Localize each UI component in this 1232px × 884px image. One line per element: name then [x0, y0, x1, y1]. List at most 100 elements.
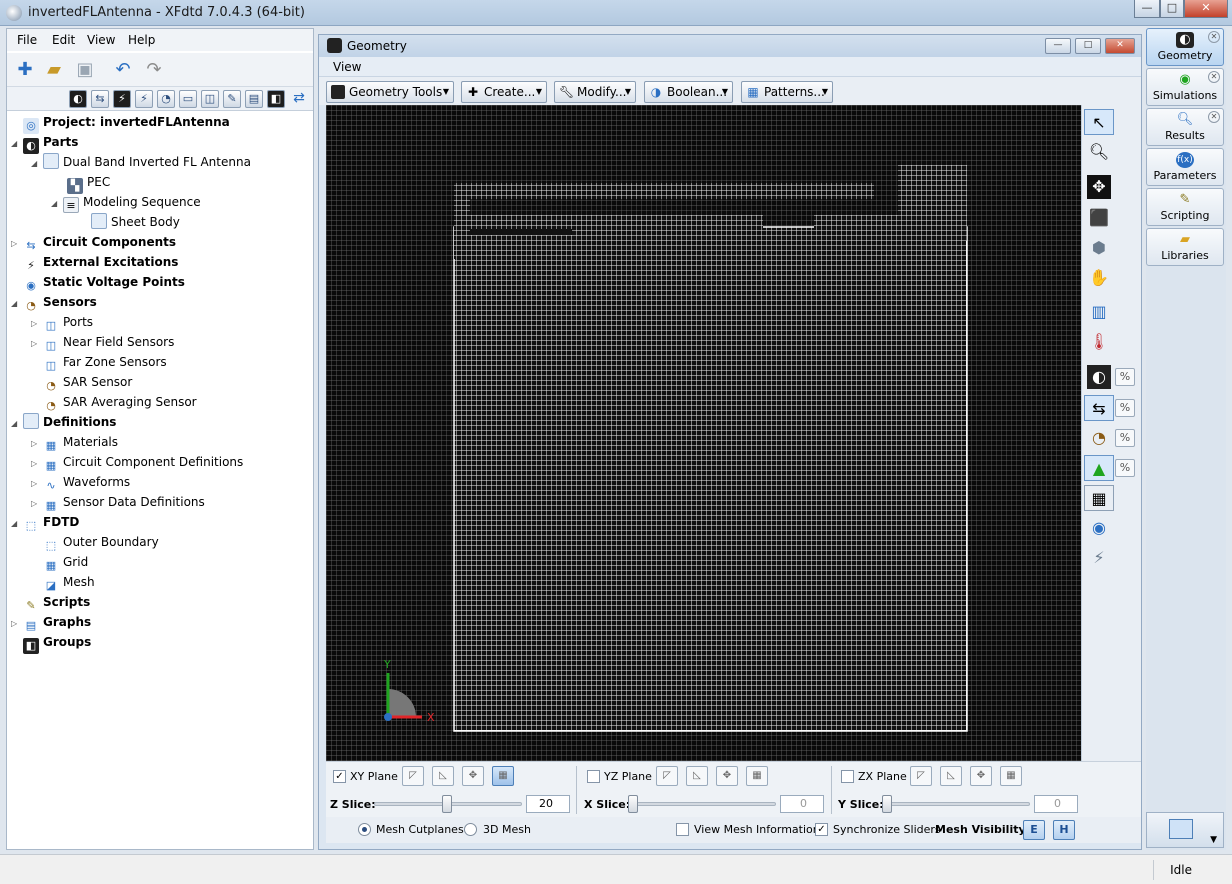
zx-center-icon[interactable]: ✥	[970, 766, 992, 786]
tree-item-scripts[interactable]: ✎ Scripts	[11, 593, 90, 613]
static-point-visibility-icon[interactable]: ◉	[1084, 515, 1114, 541]
yz-view-back-icon[interactable]: ◺	[686, 766, 708, 786]
view-mesh-info-checkbox[interactable]	[676, 823, 689, 836]
3d-viewport[interactable]: Y X	[326, 105, 1081, 761]
geometry-minimize-button[interactable]: —	[1045, 38, 1071, 54]
dock-libraries-button[interactable]: ▰ Libraries	[1146, 228, 1224, 266]
mesh-cutplanes-radio[interactable]	[358, 823, 371, 836]
sensor-visibility-icon[interactable]: ◔	[1084, 425, 1114, 451]
y-slice-thumb[interactable]	[882, 795, 892, 813]
close-icon[interactable]: ✕	[1208, 111, 1220, 123]
yz-mesh-toggle-icon[interactable]: ▦	[746, 766, 768, 786]
x-slice-track[interactable]	[628, 802, 776, 806]
tree-item-circuit-components[interactable]: ▷ ⇆ Circuit Components	[11, 233, 176, 253]
x-slice-thumb[interactable]	[628, 795, 638, 813]
tree-item-sequence[interactable]: ◢ ≡ Modeling Sequence	[51, 193, 201, 213]
tree-item-definitions[interactable]: ◢ Definitions	[11, 413, 116, 433]
geometry-close-button[interactable]: ✕	[1105, 38, 1135, 54]
tree-item-excitations[interactable]: ⚡ External Excitations	[11, 253, 178, 273]
minimize-button[interactable]: —	[1134, 0, 1160, 18]
xy-center-icon[interactable]: ✥	[462, 766, 484, 786]
field-visibility-icon[interactable]: ▲	[1084, 455, 1114, 481]
sync-sliders-checkbox[interactable]: ✓	[815, 823, 828, 836]
tree-item-near-field[interactable]: ▷ ◫ Near Field Sensors	[31, 333, 174, 353]
tree-item-project[interactable]: ◎ Project: invertedFLAntenna	[11, 113, 230, 134]
e-mesh-button[interactable]: E	[1023, 820, 1045, 840]
bar-chart-icon[interactable]: ▥	[1084, 299, 1114, 325]
mesh-visibility-icon[interactable]: ▦	[1084, 485, 1114, 511]
scripts-filter-icon[interactable]: ✎	[223, 90, 241, 108]
tree-item-materials[interactable]: ▷ ▦ Materials	[31, 433, 118, 453]
yz-center-icon[interactable]: ✥	[716, 766, 738, 786]
menu-file[interactable]: File	[17, 33, 37, 47]
tree-item-fdtd[interactable]: ◢ ⬚ FDTD	[11, 513, 79, 533]
parts-filter-icon[interactable]: ◐	[69, 90, 87, 108]
excitation-visibility-icon[interactable]: ⚡	[1084, 545, 1114, 571]
close-button[interactable]: ✕	[1184, 0, 1228, 18]
zx-view-back-icon[interactable]: ◺	[940, 766, 962, 786]
y-slice-spinbox[interactable]: 0	[1034, 795, 1078, 813]
tree-item-grid[interactable]: ▦ Grid	[31, 553, 88, 573]
save-icon[interactable]: ▣	[72, 57, 98, 83]
tree-item-sar-averaging[interactable]: ◔ SAR Averaging Sensor	[31, 393, 196, 413]
dock-results-button[interactable]: ✕ 🔍︎ Results	[1146, 108, 1224, 146]
xy-mesh-toggle-icon[interactable]: ▦	[492, 766, 514, 786]
parts-transparency-button[interactable]: %	[1115, 368, 1135, 386]
tree-item-parts[interactable]: ◢ ◐ Parts	[11, 133, 78, 154]
sensor-filter-icon[interactable]: ◔	[157, 90, 175, 108]
tree-item-sheet-body[interactable]: Sheet Body	[91, 213, 180, 233]
geometry-menu-view[interactable]: View	[333, 60, 361, 74]
sensor-transparency-button[interactable]: %	[1115, 429, 1135, 447]
redo-icon[interactable]: ↷	[141, 57, 167, 83]
static-point-filter-icon[interactable]: ⚡	[135, 90, 153, 108]
definitions-filter-icon[interactable]: ▭	[179, 90, 197, 108]
y-slice-track[interactable]	[882, 802, 1030, 806]
select-arrow-icon[interactable]: ↖	[1084, 109, 1114, 135]
open-project-icon[interactable]: ▰	[41, 57, 67, 83]
parts-visibility-icon[interactable]: ◐	[1087, 365, 1111, 389]
maximize-button[interactable]: □	[1160, 0, 1184, 18]
tree-item-part[interactable]: ◢ Dual Band Inverted FL Antenna	[31, 153, 251, 173]
close-icon[interactable]: ✕	[1208, 71, 1220, 83]
graphs-filter-icon[interactable]: ▤	[245, 90, 263, 108]
tree-item-ports[interactable]: ▷ ◫ Ports	[31, 313, 93, 333]
dock-layout-button[interactable]: ▼	[1146, 812, 1224, 848]
pick-icon[interactable]: ✋	[1084, 265, 1114, 291]
zoom-icon[interactable]: 🔍︎	[1084, 139, 1114, 165]
dock-scripting-button[interactable]: ✎ Scripting	[1146, 188, 1224, 226]
fit-view-icon[interactable]: ✥	[1087, 175, 1111, 199]
refresh-icon[interactable]: ⇄	[290, 90, 308, 108]
z-slice-spinbox[interactable]: 20	[526, 795, 570, 813]
xy-view-back-icon[interactable]: ◺	[432, 766, 454, 786]
circuit-visibility-icon[interactable]: ⇆	[1084, 395, 1114, 421]
close-icon[interactable]: ✕	[1208, 31, 1220, 43]
yz-plane-checkbox[interactable]	[587, 770, 600, 783]
xy-plane-checkbox[interactable]: ✓	[333, 770, 346, 783]
new-project-icon[interactable]: ✚	[12, 57, 38, 83]
xy-view-front-icon[interactable]: ◸	[402, 766, 424, 786]
tree-item-sar[interactable]: ◔ SAR Sensor	[31, 373, 132, 393]
undo-icon[interactable]: ↶	[110, 57, 136, 83]
h-mesh-button[interactable]: H	[1053, 820, 1075, 840]
circuit-filter-icon[interactable]: ⇆	[91, 90, 109, 108]
tree-item-far-zone[interactable]: ◫ Far Zone Sensors	[31, 353, 167, 373]
dock-geometry-button[interactable]: ✕ ◐ Geometry	[1146, 28, 1224, 66]
x-slice-spinbox[interactable]: 0	[780, 795, 824, 813]
field-transparency-button[interactable]: %	[1115, 459, 1135, 477]
geometry-tools-dropdown[interactable]: Geometry Tools ▼	[326, 81, 454, 103]
yz-view-front-icon[interactable]: ◸	[656, 766, 678, 786]
tree-item-sensors[interactable]: ◢ ◔ Sensors	[11, 293, 97, 313]
zx-plane-checkbox[interactable]	[841, 770, 854, 783]
excitation-filter-icon[interactable]: ⚡	[113, 90, 131, 108]
tree-item-circuit-defs[interactable]: ▷ ▦ Circuit Component Definitions	[31, 453, 243, 473]
tree-item-sensor-data[interactable]: ▷ ▦ Sensor Data Definitions	[31, 493, 205, 513]
zx-mesh-toggle-icon[interactable]: ▦	[1000, 766, 1022, 786]
dock-parameters-button[interactable]: f(x) Parameters	[1146, 148, 1224, 186]
circuit-transparency-button[interactable]: %	[1115, 399, 1135, 417]
tree-item-waveforms[interactable]: ▷ ∿ Waveforms	[31, 473, 130, 493]
tree-item-graphs[interactable]: ▷ ▤ Graphs	[11, 613, 91, 633]
create-dropdown[interactable]: ✚ Create... ▼	[461, 81, 547, 103]
view-cube-icon[interactable]: ⬛	[1084, 205, 1114, 231]
tree-item-groups[interactable]: ◧ Groups	[11, 633, 91, 654]
menu-view[interactable]: View	[87, 33, 115, 47]
